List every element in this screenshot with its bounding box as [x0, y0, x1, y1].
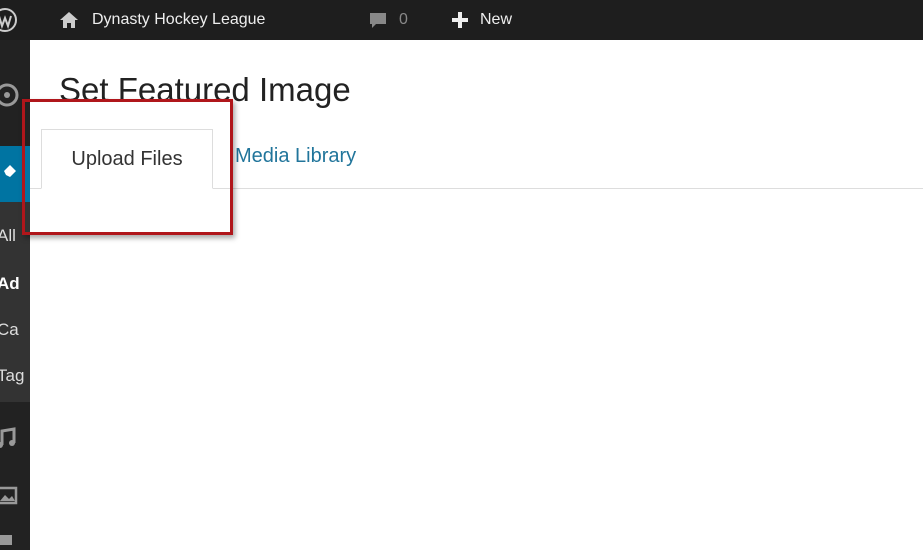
modal-title: Set Featured Image — [59, 71, 351, 108]
tab-upload-files[interactable]: Upload Files — [41, 129, 213, 189]
menu-item-dashboard[interactable] — [0, 82, 30, 112]
music-icon — [0, 427, 16, 448]
posts-submenu: All Ad Ca Tag — [0, 202, 30, 402]
submenu-item-add[interactable]: Ad — [0, 274, 20, 294]
submenu-item-tags[interactable]: Tag — [0, 366, 24, 386]
dashboard-icon — [0, 83, 19, 107]
media-icon — [0, 486, 18, 505]
media-modal: Set Featured Image Upload Files Media Li… — [30, 40, 923, 550]
home-icon — [60, 12, 78, 28]
pin-icon — [0, 165, 16, 181]
menu-item-media[interactable] — [0, 483, 30, 513]
menu-item-next[interactable] — [0, 535, 30, 550]
menu-item-posts[interactable] — [0, 146, 30, 202]
admin-bar: Dynasty Hockey League 0 New — [0, 0, 923, 40]
wordpress-logo-icon — [0, 8, 17, 32]
wordpress-logo-button[interactable] — [0, 0, 30, 40]
site-name-link[interactable]: Dynasty Hockey League — [58, 0, 265, 40]
comments-count: 0 — [399, 11, 408, 28]
comments-link[interactable]: 0 — [367, 0, 408, 40]
new-label: New — [480, 11, 513, 28]
submenu-item-all[interactable]: All — [0, 226, 16, 246]
comment-bubble-icon — [370, 13, 386, 28]
new-content-button[interactable]: New — [450, 0, 512, 40]
submenu-item-categories[interactable]: Ca — [0, 320, 19, 340]
plus-icon — [452, 12, 468, 28]
menu-item-music[interactable] — [0, 425, 30, 455]
admin-menu: All Ad Ca Tag — [0, 40, 30, 550]
site-name: Dynasty Hockey League — [92, 11, 266, 28]
tab-media-library[interactable]: Media Library — [235, 145, 356, 168]
